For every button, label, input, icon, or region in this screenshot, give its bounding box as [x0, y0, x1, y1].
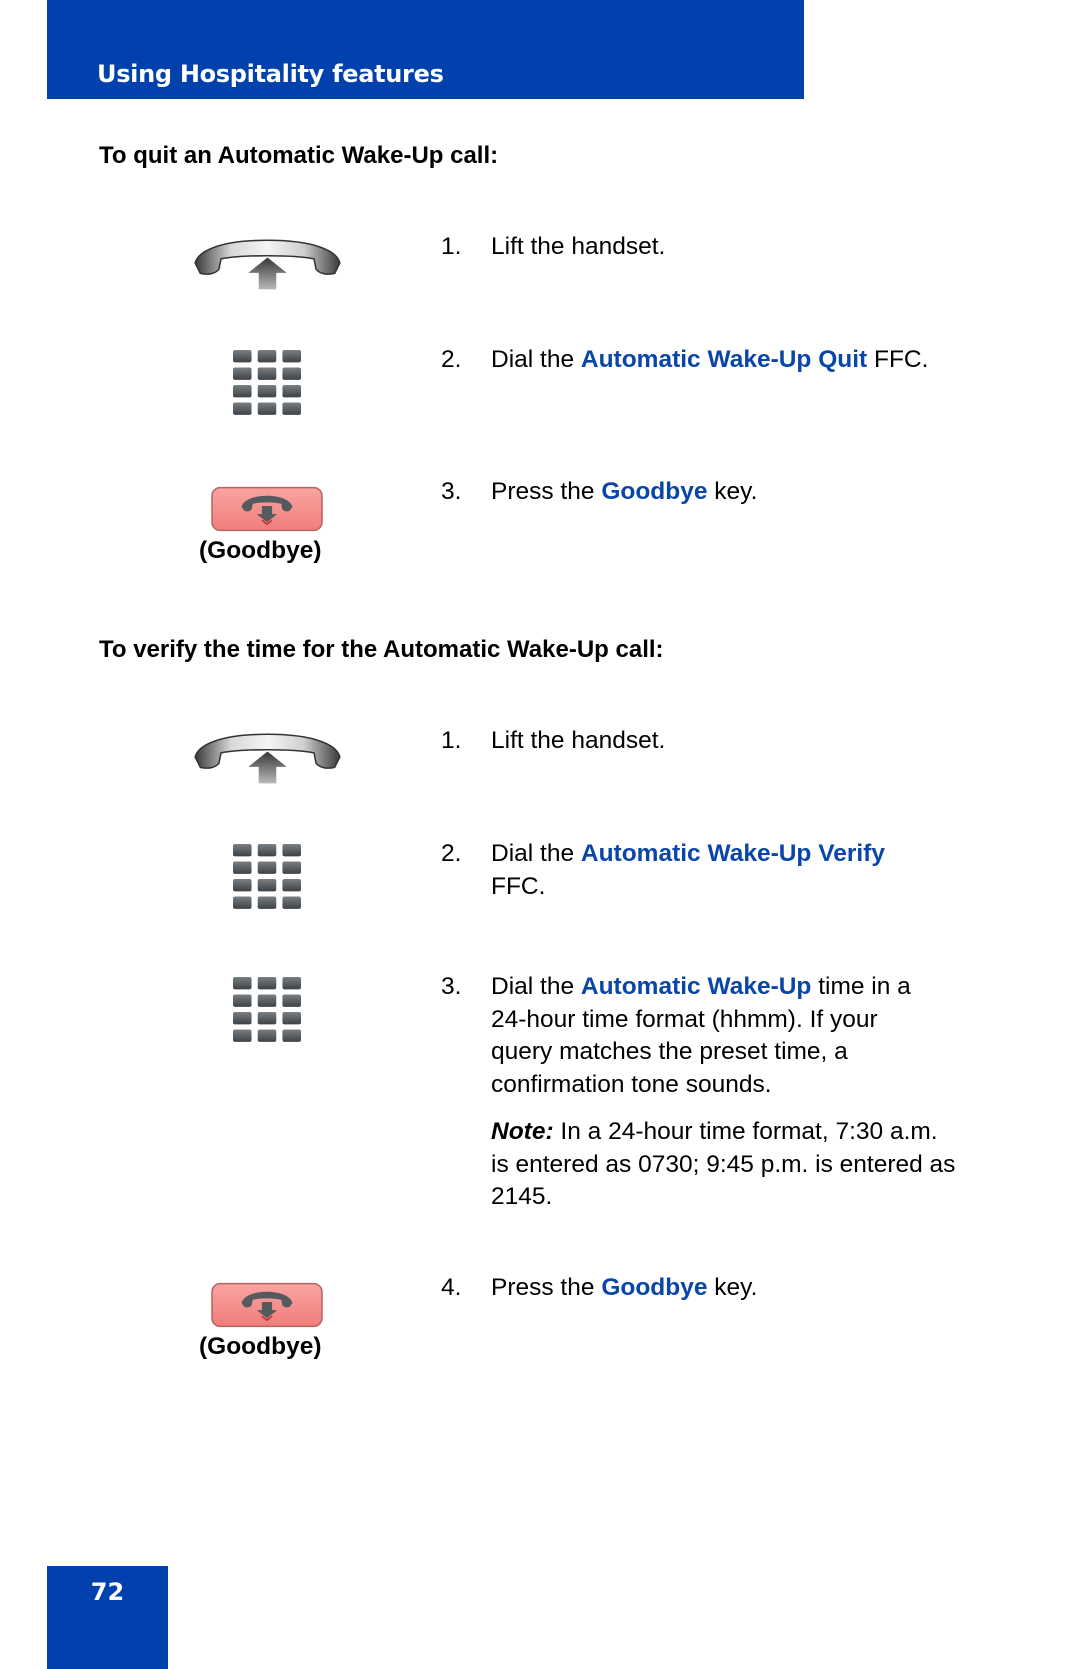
page-number: 72	[90, 1578, 125, 1606]
step-text: Lift the handset.	[491, 233, 666, 260]
step-number: 3.	[441, 478, 462, 505]
step-text: key.	[707, 1274, 758, 1301]
verify-step-3: 3. Dial the Automatic Wake-Up time in a …	[441, 971, 941, 1101]
step-text: Press the	[491, 478, 602, 505]
step-text: FFC.	[867, 346, 929, 373]
section-heading-verify: To verify the time for the Automatic Wak…	[99, 636, 664, 663]
step-number: 2.	[441, 346, 462, 373]
step-text: Dial the	[491, 346, 581, 373]
step-text: Press the	[491, 1274, 602, 1301]
page-number-box: 72	[47, 1566, 168, 1669]
key-name: Goodbye	[601, 1274, 708, 1301]
note-label: Note:	[491, 1118, 554, 1145]
step-number: 2.	[441, 840, 462, 867]
goodbye-key-icon	[211, 486, 323, 532]
note-body: In a 24-hour time format, 7:30 a.m. is e…	[491, 1118, 956, 1210]
ffc-name: Automatic Wake-Up Quit	[580, 346, 868, 373]
handset-lift-icon	[190, 726, 345, 788]
dialpad-icon	[233, 350, 301, 418]
goodbye-key-icon	[211, 1282, 323, 1328]
verify-step-2: 2. Dial the Automatic Wake-Up Verify FFC…	[441, 838, 941, 903]
step-text: Dial the	[491, 840, 581, 867]
dialpad-icon	[233, 844, 301, 912]
step-number: 1.	[441, 233, 462, 260]
step-text: FFC.	[491, 872, 546, 900]
handset-lift-icon	[190, 232, 345, 294]
goodbye-caption: (Goodbye)	[199, 1333, 322, 1360]
quit-step-2: 2. Dial the Automatic Wake-Up Quit FFC.	[441, 344, 961, 377]
goodbye-caption: (Goodbye)	[199, 537, 322, 564]
step-text: key.	[707, 478, 758, 505]
ffc-name: Automatic Wake-Up Verify	[580, 840, 885, 867]
step-text: Dial the	[491, 973, 581, 1000]
note-text: Note: In a 24-hour time format, 7:30 a.m…	[491, 1116, 961, 1214]
step-number: 1.	[441, 727, 462, 754]
verify-step-4: 4. Press the Goodbye key.	[441, 1272, 961, 1305]
step-text: Lift the handset.	[491, 727, 666, 754]
key-name: Goodbye	[601, 478, 708, 505]
ffc-name: Automatic Wake-Up	[580, 973, 812, 1000]
verify-step-1: 1. Lift the handset.	[441, 725, 961, 758]
step-number: 3.	[441, 973, 462, 1000]
section-heading-quit: To quit an Automatic Wake-Up call:	[99, 142, 499, 169]
step-number: 4.	[441, 1274, 462, 1301]
header-title: Using Hospitality features	[97, 60, 444, 88]
quit-step-3: 3. Press the Goodbye key.	[441, 476, 961, 509]
quit-step-1: 1. Lift the handset.	[441, 231, 961, 264]
dialpad-icon	[233, 977, 301, 1045]
